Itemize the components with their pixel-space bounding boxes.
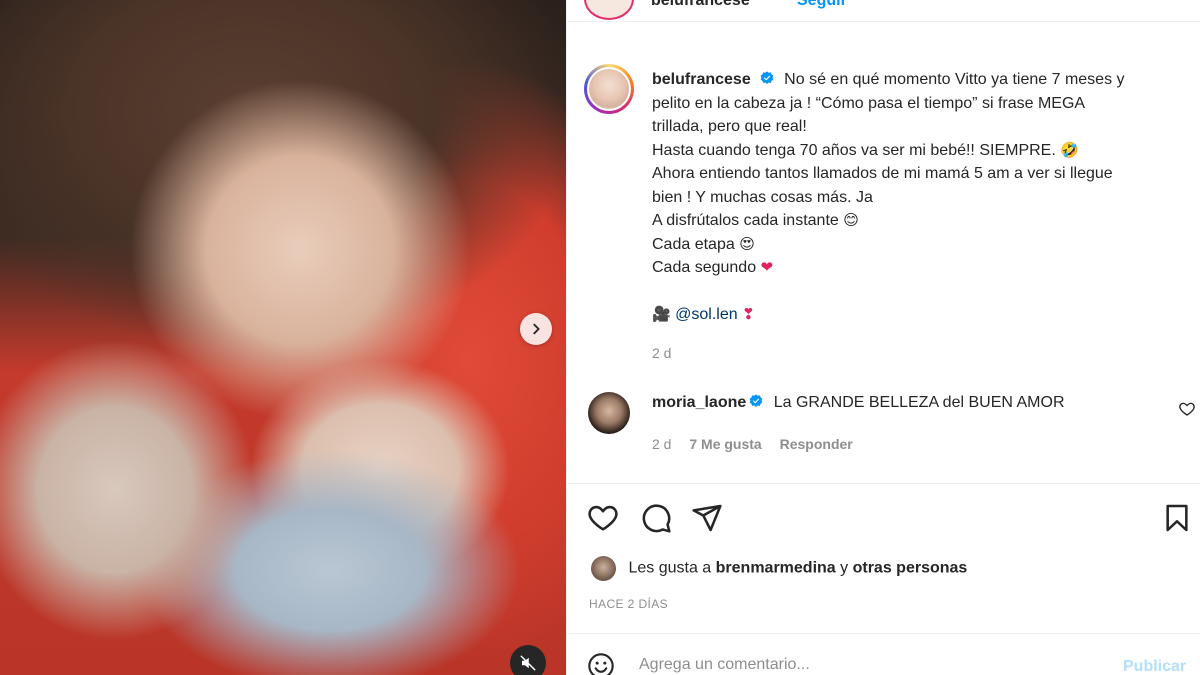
commenter-avatar[interactable] (588, 392, 630, 434)
heart-exclamation-emoji-icon: ❣ (742, 304, 755, 323)
save-bookmark-icon[interactable] (1161, 502, 1193, 534)
emoji-picker-icon[interactable] (587, 652, 615, 675)
comment-meta: 2 d 7 Me gusta Responder (652, 436, 867, 452)
caption-time[interactable]: 2 d (652, 342, 1192, 366)
verified-badge-icon (760, 71, 774, 84)
comment-text: moria_laone La GRANDE BELLEZA del BUEN A… (652, 394, 1065, 412)
author-username[interactable]: belufrancese (651, 0, 750, 10)
caption-author-avatar[interactable] (584, 64, 634, 114)
mention-link[interactable]: @sol.len (675, 306, 738, 323)
liker-avatar[interactable] (591, 556, 616, 581)
like-heart-icon[interactable] (587, 502, 619, 534)
likes-summary: Les gusta a brenmarmedina y otras person… (591, 556, 967, 581)
post-date[interactable]: HACE 2 DÍAS (589, 597, 668, 611)
post-header: belufrancese Seguir (567, 0, 1200, 22)
share-paper-plane-icon[interactable] (691, 502, 723, 534)
post-media-video[interactable] (0, 0, 566, 675)
follow-button[interactable]: Seguir (797, 0, 847, 10)
comment-reply-button[interactable]: Responder (780, 436, 853, 452)
caption-line-4: Hasta cuando tenga 70 años va ser mi beb… (652, 141, 1056, 159)
author-avatar[interactable] (584, 0, 634, 20)
likes-prefix: Les gusta a (628, 559, 712, 577)
laugh-emoji-icon: 🤣 (1060, 140, 1079, 159)
mute-button[interactable] (510, 645, 546, 675)
caption-line-1: No sé en qué momento Vitto ya tiene 7 me… (784, 71, 1125, 88)
comment-body: La GRANDE BELLEZA del BUEN AMOR (773, 394, 1065, 411)
publish-button[interactable]: Publicar (1123, 658, 1186, 675)
muted-speaker-icon (520, 655, 536, 671)
comment-heart-icon[interactable] (1178, 400, 1196, 418)
caption-line-5: Ahora entiendo tantos llamados de mi mam… (652, 165, 1113, 182)
comment-username[interactable]: moria_laone (652, 394, 746, 411)
post-side-panel: belufrancese Seguir belufrancese No sé e… (566, 0, 1200, 675)
comment-bubble-icon[interactable] (640, 502, 672, 534)
chevron-right-icon (533, 323, 540, 335)
verified-badge-icon (749, 394, 763, 407)
caption-line-8: Cada etapa (652, 235, 735, 253)
caption-line-7: A disfrútalos cada instante (652, 212, 839, 229)
next-media-button[interactable] (520, 313, 552, 345)
comment-input[interactable] (639, 656, 1099, 674)
comment-likes-count[interactable]: 7 Me gusta (689, 436, 761, 452)
caption-line-3: trillada, pero que real! (652, 118, 807, 135)
heart-eyes-emoji-icon: 😍 (739, 234, 755, 253)
smile-emoji-icon: 😊 (843, 211, 859, 229)
caption-text: belufrancese No sé en qué momento Vitto … (652, 68, 1192, 366)
likes-connector: y (840, 559, 849, 577)
caption-username[interactable]: belufrancese (652, 71, 751, 88)
comment-time[interactable]: 2 d (652, 436, 671, 452)
heart-emoji-icon: ❤ (760, 258, 774, 276)
camera-emoji-icon: 🎥 (652, 304, 671, 323)
caption-line-2: pelito en la cabeza ja ! “Cómo pasa el t… (652, 94, 1086, 112)
liker-username[interactable]: brenmarmedina (716, 560, 836, 577)
caption-line-9: Cada segundo (652, 259, 757, 276)
actions-divider (567, 483, 1200, 484)
add-comment-bar: Publicar (567, 633, 1200, 675)
other-likers-link[interactable]: otras personas (853, 560, 968, 577)
caption-line-6: bien ! Y muchas cosas más. Ja (652, 188, 873, 206)
